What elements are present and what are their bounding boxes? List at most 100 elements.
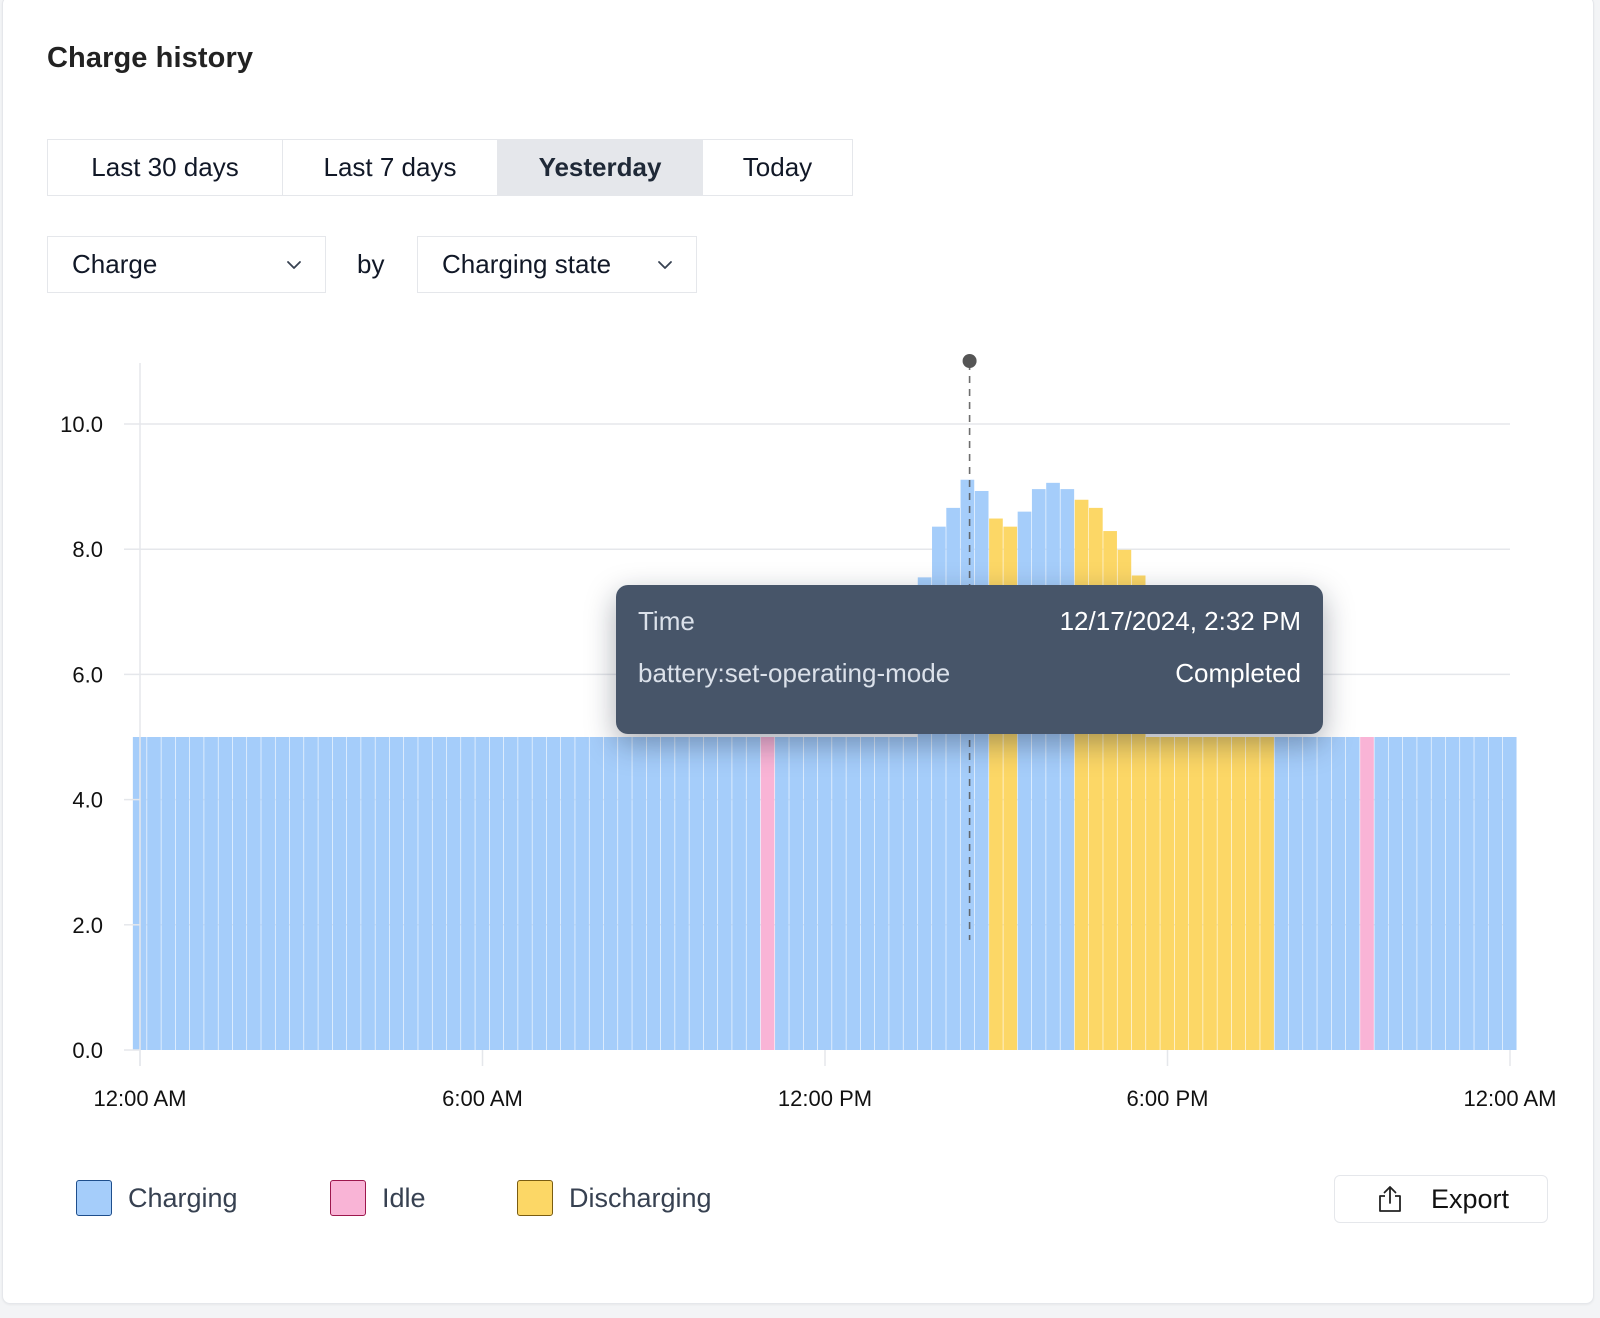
- legend-swatch-charging: [76, 1180, 112, 1216]
- bar-charging: [418, 737, 432, 1050]
- bar-charging: [518, 737, 532, 1050]
- bar-charging: [1388, 737, 1403, 1050]
- bar-discharging: [1217, 737, 1232, 1050]
- bar-discharging: [1160, 737, 1175, 1050]
- bar-charging: [489, 737, 504, 1050]
- bar-charging: [1060, 489, 1075, 1051]
- bar-charging: [247, 737, 261, 1050]
- legend-label: Discharging: [569, 1182, 712, 1213]
- legend-item-idle[interactable]: Idle: [330, 1180, 426, 1216]
- bar-charging: [275, 737, 290, 1050]
- legend-item-discharging[interactable]: Discharging: [517, 1180, 712, 1216]
- bar-discharging: [1260, 737, 1274, 1050]
- bar-charging: [717, 737, 732, 1050]
- bar-charging: [889, 737, 903, 1050]
- bar-charging: [775, 737, 789, 1050]
- tooltip-row-event: battery:set-operating-mode Completed: [638, 658, 1301, 689]
- bars: [132, 479, 1517, 1051]
- bar-charging: [432, 737, 447, 1050]
- tooltip-label: Time: [638, 606, 695, 636]
- x-tick-label: 12:00 PM: [778, 1086, 872, 1111]
- bar-charging: [1431, 737, 1446, 1050]
- bar-charging: [1345, 737, 1360, 1050]
- tooltip-row-time: Time 12/17/2024, 2:32 PM: [638, 606, 1301, 637]
- x-tick-label: 12:00 AM: [1464, 1086, 1557, 1111]
- bar-charging: [803, 737, 818, 1050]
- tooltip-label: battery:set-operating-mode: [638, 658, 951, 688]
- bar-charging: [560, 737, 575, 1050]
- bar-charging: [1046, 482, 1060, 1051]
- bar-charging: [689, 737, 704, 1050]
- bar-charging: [346, 737, 361, 1050]
- y-tick-label: 10.0: [60, 412, 103, 437]
- bar-charging: [746, 737, 761, 1050]
- x-tick-label: 6:00 AM: [442, 1086, 523, 1111]
- export-label: Export: [1431, 1183, 1510, 1214]
- bar-charging: [817, 737, 832, 1050]
- bar-charging: [389, 737, 404, 1050]
- y-tick-label: 4.0: [72, 788, 103, 813]
- bar-charging: [1460, 737, 1474, 1050]
- bar-charging: [960, 479, 975, 1051]
- bar-charging: [446, 737, 461, 1050]
- bar-charging: [675, 737, 689, 1050]
- bar-discharging: [1146, 737, 1160, 1050]
- bar-charging: [575, 737, 589, 1050]
- bar-charging: [1288, 737, 1303, 1050]
- bar-charging: [375, 737, 390, 1050]
- x-tick-label: 12:00 AM: [94, 1086, 187, 1111]
- bar-charging: [1488, 737, 1503, 1050]
- bar-charging: [475, 737, 490, 1050]
- bar-idle: [1360, 737, 1374, 1050]
- bar-charging: [632, 737, 647, 1050]
- bar-charging: [204, 737, 218, 1050]
- bar-charging: [589, 737, 604, 1050]
- bar-charging: [147, 737, 161, 1050]
- bar-charging: [289, 737, 304, 1050]
- bar-charging: [1374, 737, 1389, 1050]
- bar-charging: [703, 737, 718, 1050]
- bar-charging: [1031, 489, 1046, 1051]
- legend-swatch-idle: [330, 1180, 366, 1216]
- legend-label: Idle: [382, 1182, 426, 1213]
- charge-history-chart[interactable]: 0.0 2.0 4.0 6.0 8.0 10.0 12:00 AM 6:00 AM 12:00 …: [0, 0, 1600, 1130]
- bar-charging: [1402, 737, 1417, 1050]
- y-tick-label: 0.0: [72, 1038, 103, 1063]
- bar-charging: [261, 737, 275, 1050]
- hover-dot: [962, 354, 977, 368]
- share-export-icon: [1379, 1186, 1401, 1212]
- bar-charging: [789, 737, 803, 1050]
- legend-label: Charging: [128, 1182, 238, 1213]
- bar-charging: [660, 737, 675, 1050]
- bar-charging: [175, 737, 190, 1050]
- bar-charging: [646, 737, 661, 1050]
- bar-charging: [832, 737, 846, 1050]
- bar-charging: [974, 490, 989, 1051]
- bar-charging: [618, 737, 632, 1050]
- bar-charging: [161, 737, 176, 1050]
- legend-swatch-discharging: [517, 1180, 553, 1216]
- bar-charging: [1317, 737, 1332, 1050]
- bar-charging: [332, 737, 347, 1050]
- bar-charging: [1502, 737, 1517, 1050]
- bar-charging: [732, 737, 746, 1050]
- bar-charging: [860, 737, 875, 1050]
- bar-charging: [1331, 737, 1346, 1050]
- bar-charging: [304, 737, 318, 1050]
- bar-discharging: [1231, 737, 1246, 1050]
- bar-discharging: [1203, 737, 1217, 1050]
- bar-charging: [1274, 737, 1289, 1050]
- legend-item-charging[interactable]: Charging: [76, 1180, 238, 1216]
- bar-charging: [318, 737, 333, 1050]
- bar-idle: [760, 737, 775, 1050]
- export-button[interactable]: Export: [1334, 1175, 1548, 1223]
- bar-charging: [503, 737, 518, 1050]
- bar-charging: [361, 737, 375, 1050]
- bar-charging: [404, 737, 418, 1050]
- y-tick-label: 6.0: [72, 662, 103, 687]
- bar-discharging: [1074, 499, 1089, 1050]
- bar-discharging: [1174, 737, 1189, 1050]
- y-tick-label: 2.0: [72, 913, 103, 938]
- bar-charging: [874, 737, 889, 1050]
- chart-tooltip: Time 12/17/2024, 2:32 PM battery:set-ope…: [616, 585, 1323, 734]
